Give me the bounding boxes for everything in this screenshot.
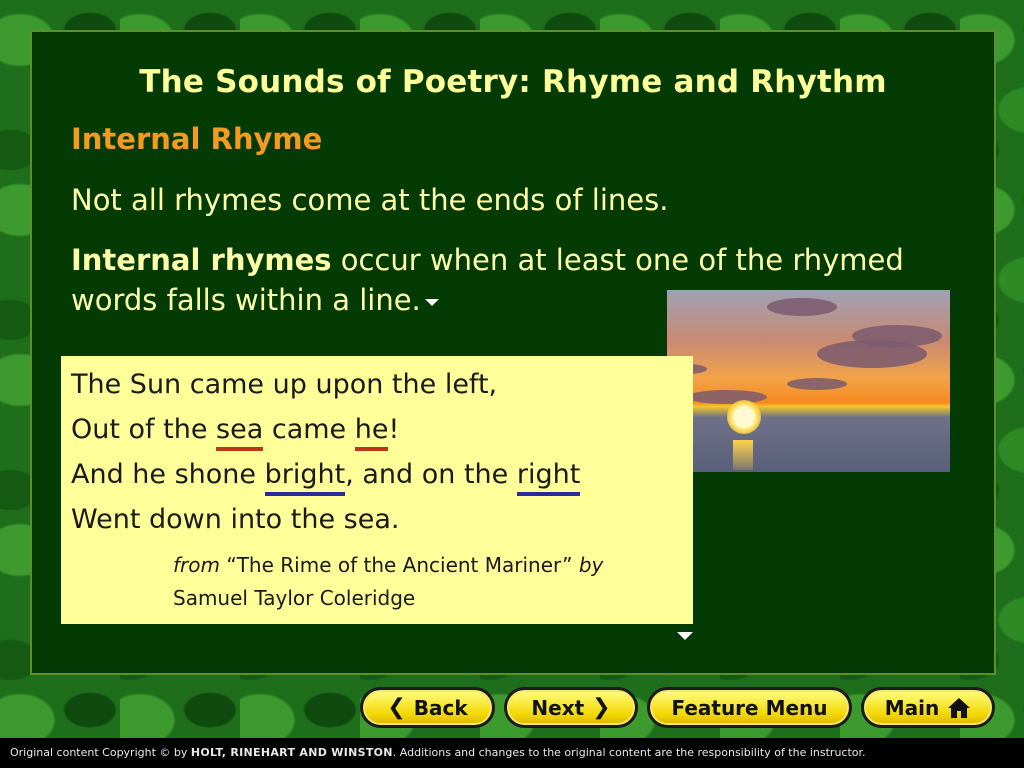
poem-author: Samuel Taylor Coleridge bbox=[173, 586, 416, 610]
poem-box: The Sun came up upon the left, Out of th… bbox=[61, 356, 693, 624]
sun-reflection bbox=[733, 440, 753, 470]
next-label: Next bbox=[531, 695, 585, 720]
poem-line-3: And he shone bright, and on the right bbox=[71, 452, 581, 497]
home-icon bbox=[948, 697, 971, 718]
back-button[interactable]: ❮ Back bbox=[360, 687, 495, 728]
rhyme-word-bright: bright bbox=[264, 459, 346, 496]
chevron-left-icon: ❮ bbox=[387, 694, 406, 720]
main-label: Main bbox=[884, 695, 940, 720]
feature-menu-button[interactable]: Feature Menu bbox=[647, 687, 852, 728]
intro-text: Not all rhymes come at the ends of lines… bbox=[71, 183, 669, 217]
next-button[interactable]: Next ❯ bbox=[504, 687, 638, 728]
poem-line-2: Out of the sea came he! bbox=[71, 407, 580, 452]
chevron-right-icon: ❯ bbox=[592, 694, 611, 720]
poem-line-4: Went down into the sea. bbox=[71, 504, 400, 535]
rhyme-word-he: he bbox=[354, 414, 389, 451]
poem-line-1: The Sun came up upon the left, bbox=[71, 369, 498, 400]
sunset-image bbox=[667, 290, 950, 472]
poem-text: The Sun came up upon the left, Out of th… bbox=[71, 362, 581, 542]
copyright-footer: Original content Copyright © by HOLT, RI… bbox=[0, 738, 1024, 768]
sun-graphic bbox=[727, 400, 761, 434]
down-arrow-icon[interactable] bbox=[677, 632, 693, 640]
slide-title: The Sounds of Poetry: Rhyme and Rhythm bbox=[139, 64, 887, 100]
slide-subtitle: Internal Rhyme bbox=[71, 122, 323, 156]
feature-menu-label: Feature Menu bbox=[671, 695, 828, 720]
slide-panel: The Sounds of Poetry: Rhyme and Rhythm I… bbox=[30, 30, 996, 675]
down-arrow-icon[interactable] bbox=[424, 298, 439, 306]
rhyme-word-sea: sea bbox=[216, 414, 264, 451]
main-button[interactable]: Main bbox=[861, 687, 995, 728]
poem-citation: from “The Rime of the Ancient Mariner” b… bbox=[173, 549, 603, 615]
definition-term: Internal rhymes bbox=[71, 243, 332, 277]
publisher-name: HOLT, RINEHART AND WINSTON bbox=[190, 746, 393, 759]
back-label: Back bbox=[413, 695, 468, 720]
rhyme-word-right: right bbox=[516, 459, 581, 496]
